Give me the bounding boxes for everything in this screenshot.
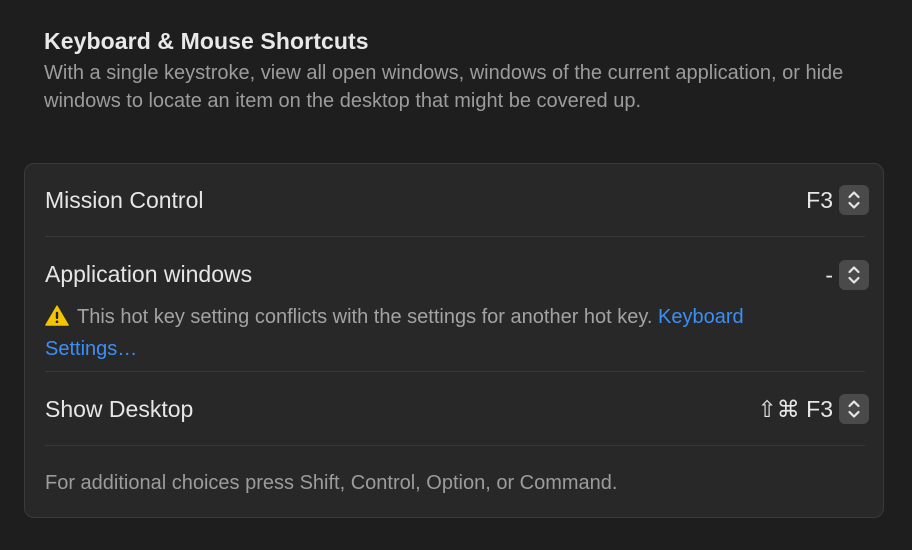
- shortcuts-settings-pane: Keyboard & Mouse Shortcuts With a single…: [0, 0, 912, 550]
- shortcuts-group: Mission Control F3 Application windows -: [24, 163, 884, 518]
- shortcut-row-show-desktop: Show Desktop ⇧⌘ F3: [45, 394, 869, 424]
- warning-text: This hot key setting conflicts with the …: [77, 306, 653, 328]
- chevron-up-down-icon[interactable]: [839, 260, 869, 290]
- chevron-up-down-icon[interactable]: [839, 394, 869, 424]
- shortcut-label: Mission Control: [45, 187, 204, 213]
- chevron-up-down-icon[interactable]: [839, 185, 869, 215]
- show-desktop-shortcut-popup[interactable]: ⇧⌘ F3: [757, 394, 869, 424]
- application-windows-shortcut-popup[interactable]: -: [825, 260, 869, 290]
- shortcut-value: ⇧⌘ F3: [757, 396, 833, 422]
- shortcut-value: -: [825, 262, 833, 288]
- shortcut-row-application-windows: Application windows - This hot key setti…: [45, 259, 869, 360]
- shortcut-row-mission-control: Mission Control F3: [45, 185, 869, 215]
- warning-triangle-icon: [45, 305, 69, 335]
- row-divider: [45, 445, 865, 446]
- mission-control-shortcut-popup[interactable]: F3: [806, 185, 869, 215]
- shortcut-label: Application windows: [45, 261, 253, 287]
- row-divider: [45, 236, 865, 237]
- section-header: Keyboard & Mouse Shortcuts With a single…: [44, 26, 874, 115]
- section-description: With a single keystroke, view all open w…: [44, 62, 844, 112]
- shortcut-value: F3: [806, 187, 833, 213]
- shortcut-label: Show Desktop: [45, 396, 194, 422]
- conflict-warning: This hot key setting conflicts with the …: [45, 303, 745, 364]
- modifier-footnote: For additional choices press Shift, Cont…: [45, 472, 618, 494]
- section-title: Keyboard & Mouse Shortcuts: [44, 28, 369, 54]
- row-divider: [45, 371, 865, 372]
